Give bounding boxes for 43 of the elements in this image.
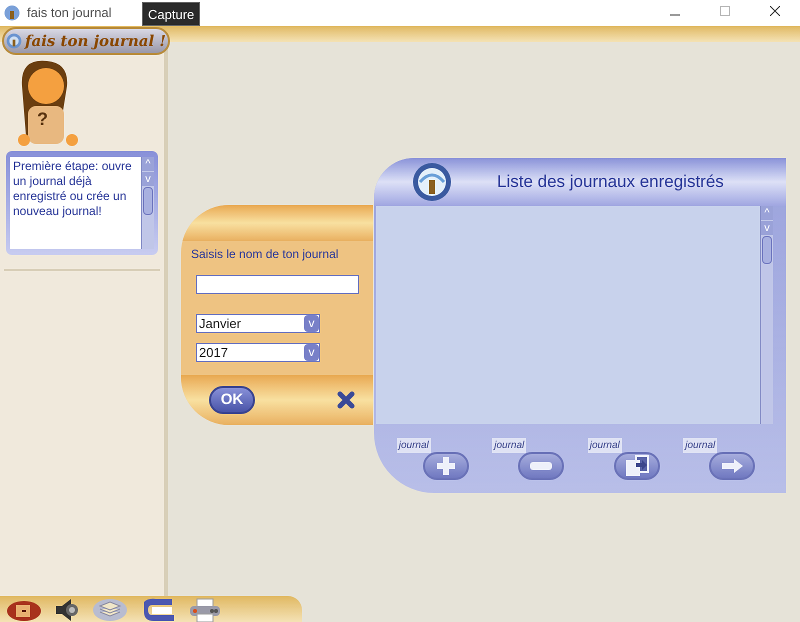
scroll-up-button[interactable]: ^ (142, 157, 154, 171)
tag-label: journal (588, 438, 622, 452)
field-label: Saisis le nom de ton journal (191, 246, 340, 263)
dropdown-value: 2017 (198, 344, 229, 362)
close-icon[interactable] (337, 391, 355, 409)
tag-label: journal (683, 438, 718, 452)
minus-icon (529, 460, 554, 470)
name-field[interactable] (196, 275, 359, 294)
question-mark-label: ? (37, 108, 48, 131)
export-icon (624, 454, 650, 476)
globe-icon (412, 162, 452, 202)
dropdown[interactable]: Janvier v (196, 314, 320, 333)
dropdown[interactable]: 2017 v (196, 343, 320, 362)
arrow-right-icon (720, 458, 744, 474)
scroll-down-button[interactable]: v (761, 221, 773, 235)
tag-label: journal (492, 438, 526, 452)
logo-text: fais ton journal ! (25, 30, 166, 52)
scroll-up-button[interactable]: ^ (761, 206, 773, 220)
dropdown-value: Janvier (198, 314, 242, 333)
speaker-icon[interactable] (54, 598, 80, 622)
journal-action-button[interactable]: journal (488, 436, 566, 482)
help-scrollbar[interactable]: ^ v (141, 157, 154, 249)
journal-action-button[interactable]: journal (679, 436, 758, 482)
printer-icon[interactable] (188, 598, 222, 622)
journal-action-button[interactable]: journal (392, 436, 471, 482)
tooltip: Capture (142, 2, 200, 26)
scroll-thumb[interactable] (143, 187, 153, 215)
panel-title: Liste des journaux enregistrés (497, 171, 724, 194)
layers-icon[interactable] (92, 598, 128, 622)
ok-button[interactable]: OK (209, 386, 255, 414)
tag-label: journal (396, 438, 431, 452)
window-title: fais ton journal (27, 4, 112, 22)
journal-action-button[interactable]: journal (584, 436, 662, 482)
app-icon (4, 5, 20, 21)
scroll-down-button[interactable]: v (142, 172, 154, 186)
scroll-thumb[interactable] (762, 236, 772, 264)
close-icon[interactable] (770, 6, 780, 16)
dropdown-arrow[interactable]: v (304, 315, 319, 332)
door-icon[interactable] (6, 600, 42, 622)
help-text: Première étape: ouvre un journal déjà enregistré ou crée un nouveau journal! (12, 158, 133, 220)
dropdown-arrow[interactable]: v (304, 344, 319, 361)
list-scrollbar[interactable]: ^ v (760, 206, 773, 424)
plus-icon (434, 454, 457, 476)
